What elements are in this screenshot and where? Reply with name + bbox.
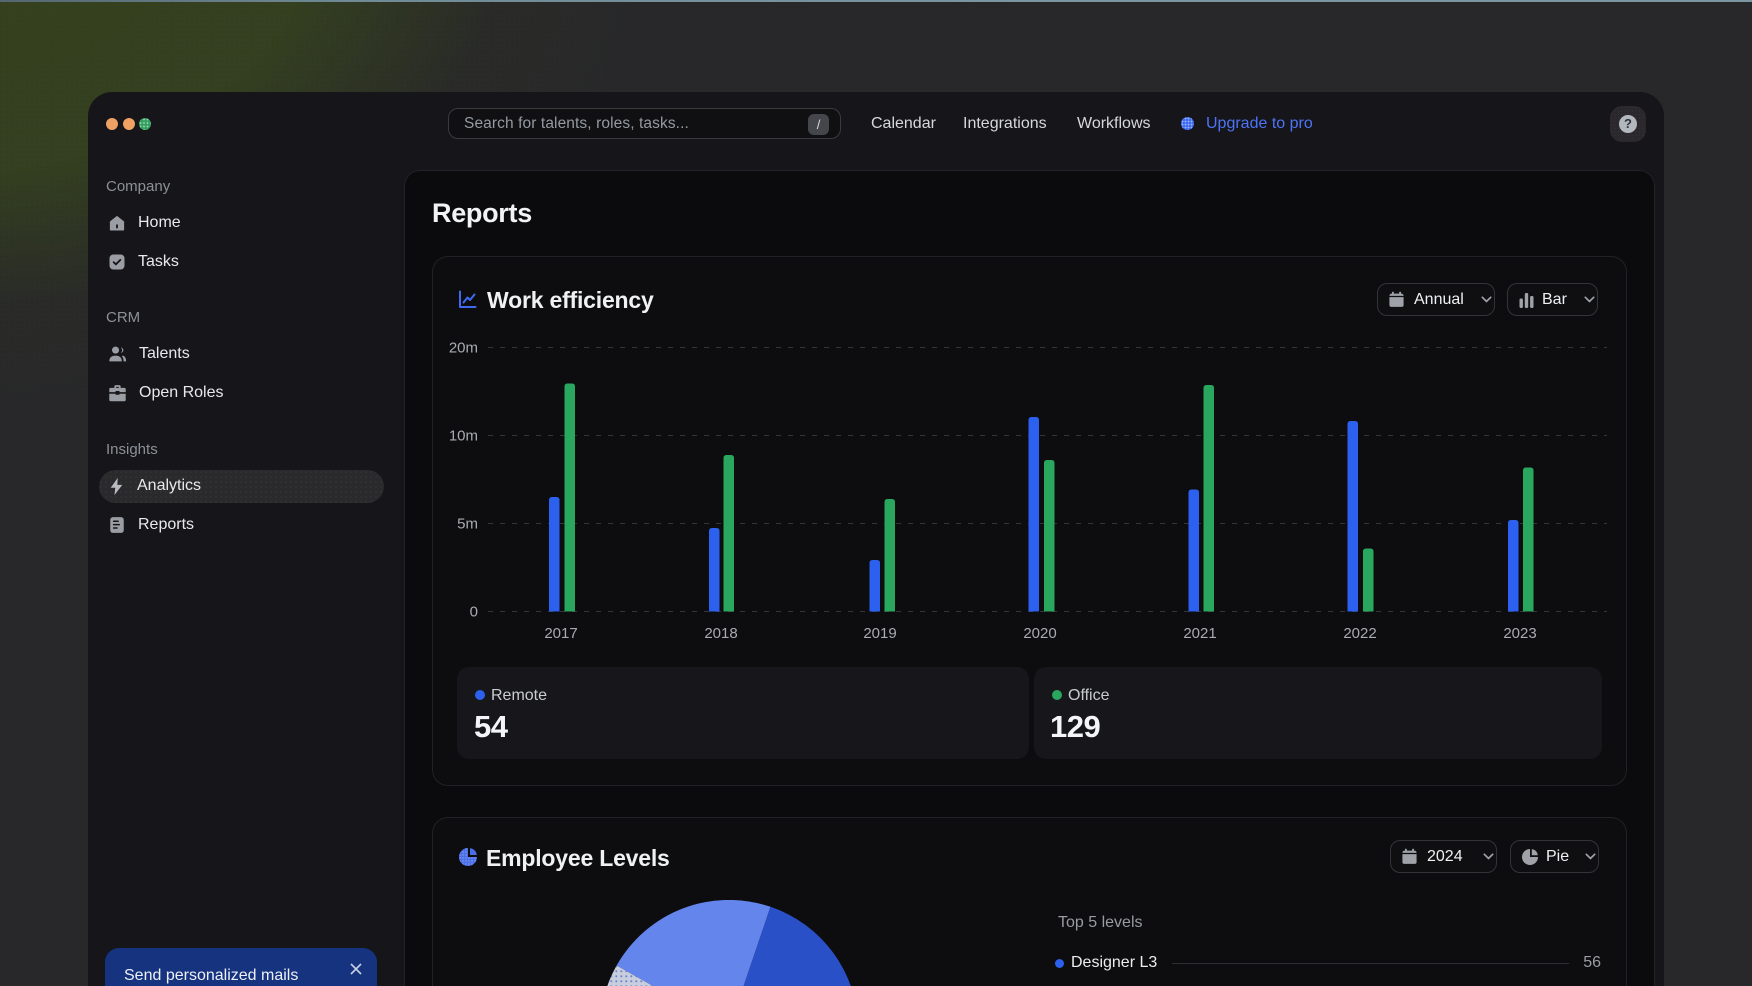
svg-text:2018: 2018	[704, 625, 737, 642]
svg-text:2023: 2023	[1503, 625, 1536, 642]
svg-text:2022: 2022	[1343, 625, 1376, 642]
svg-text:2020: 2020	[1023, 625, 1056, 642]
svg-text:20m: 20m	[449, 340, 478, 357]
svg-text:2021: 2021	[1183, 625, 1216, 642]
svg-text:0: 0	[470, 604, 478, 621]
svg-text:2019: 2019	[863, 625, 896, 642]
svg-text:2017: 2017	[544, 625, 577, 642]
svg-text:10m: 10m	[449, 428, 478, 445]
svg-text:5m: 5m	[457, 516, 478, 533]
